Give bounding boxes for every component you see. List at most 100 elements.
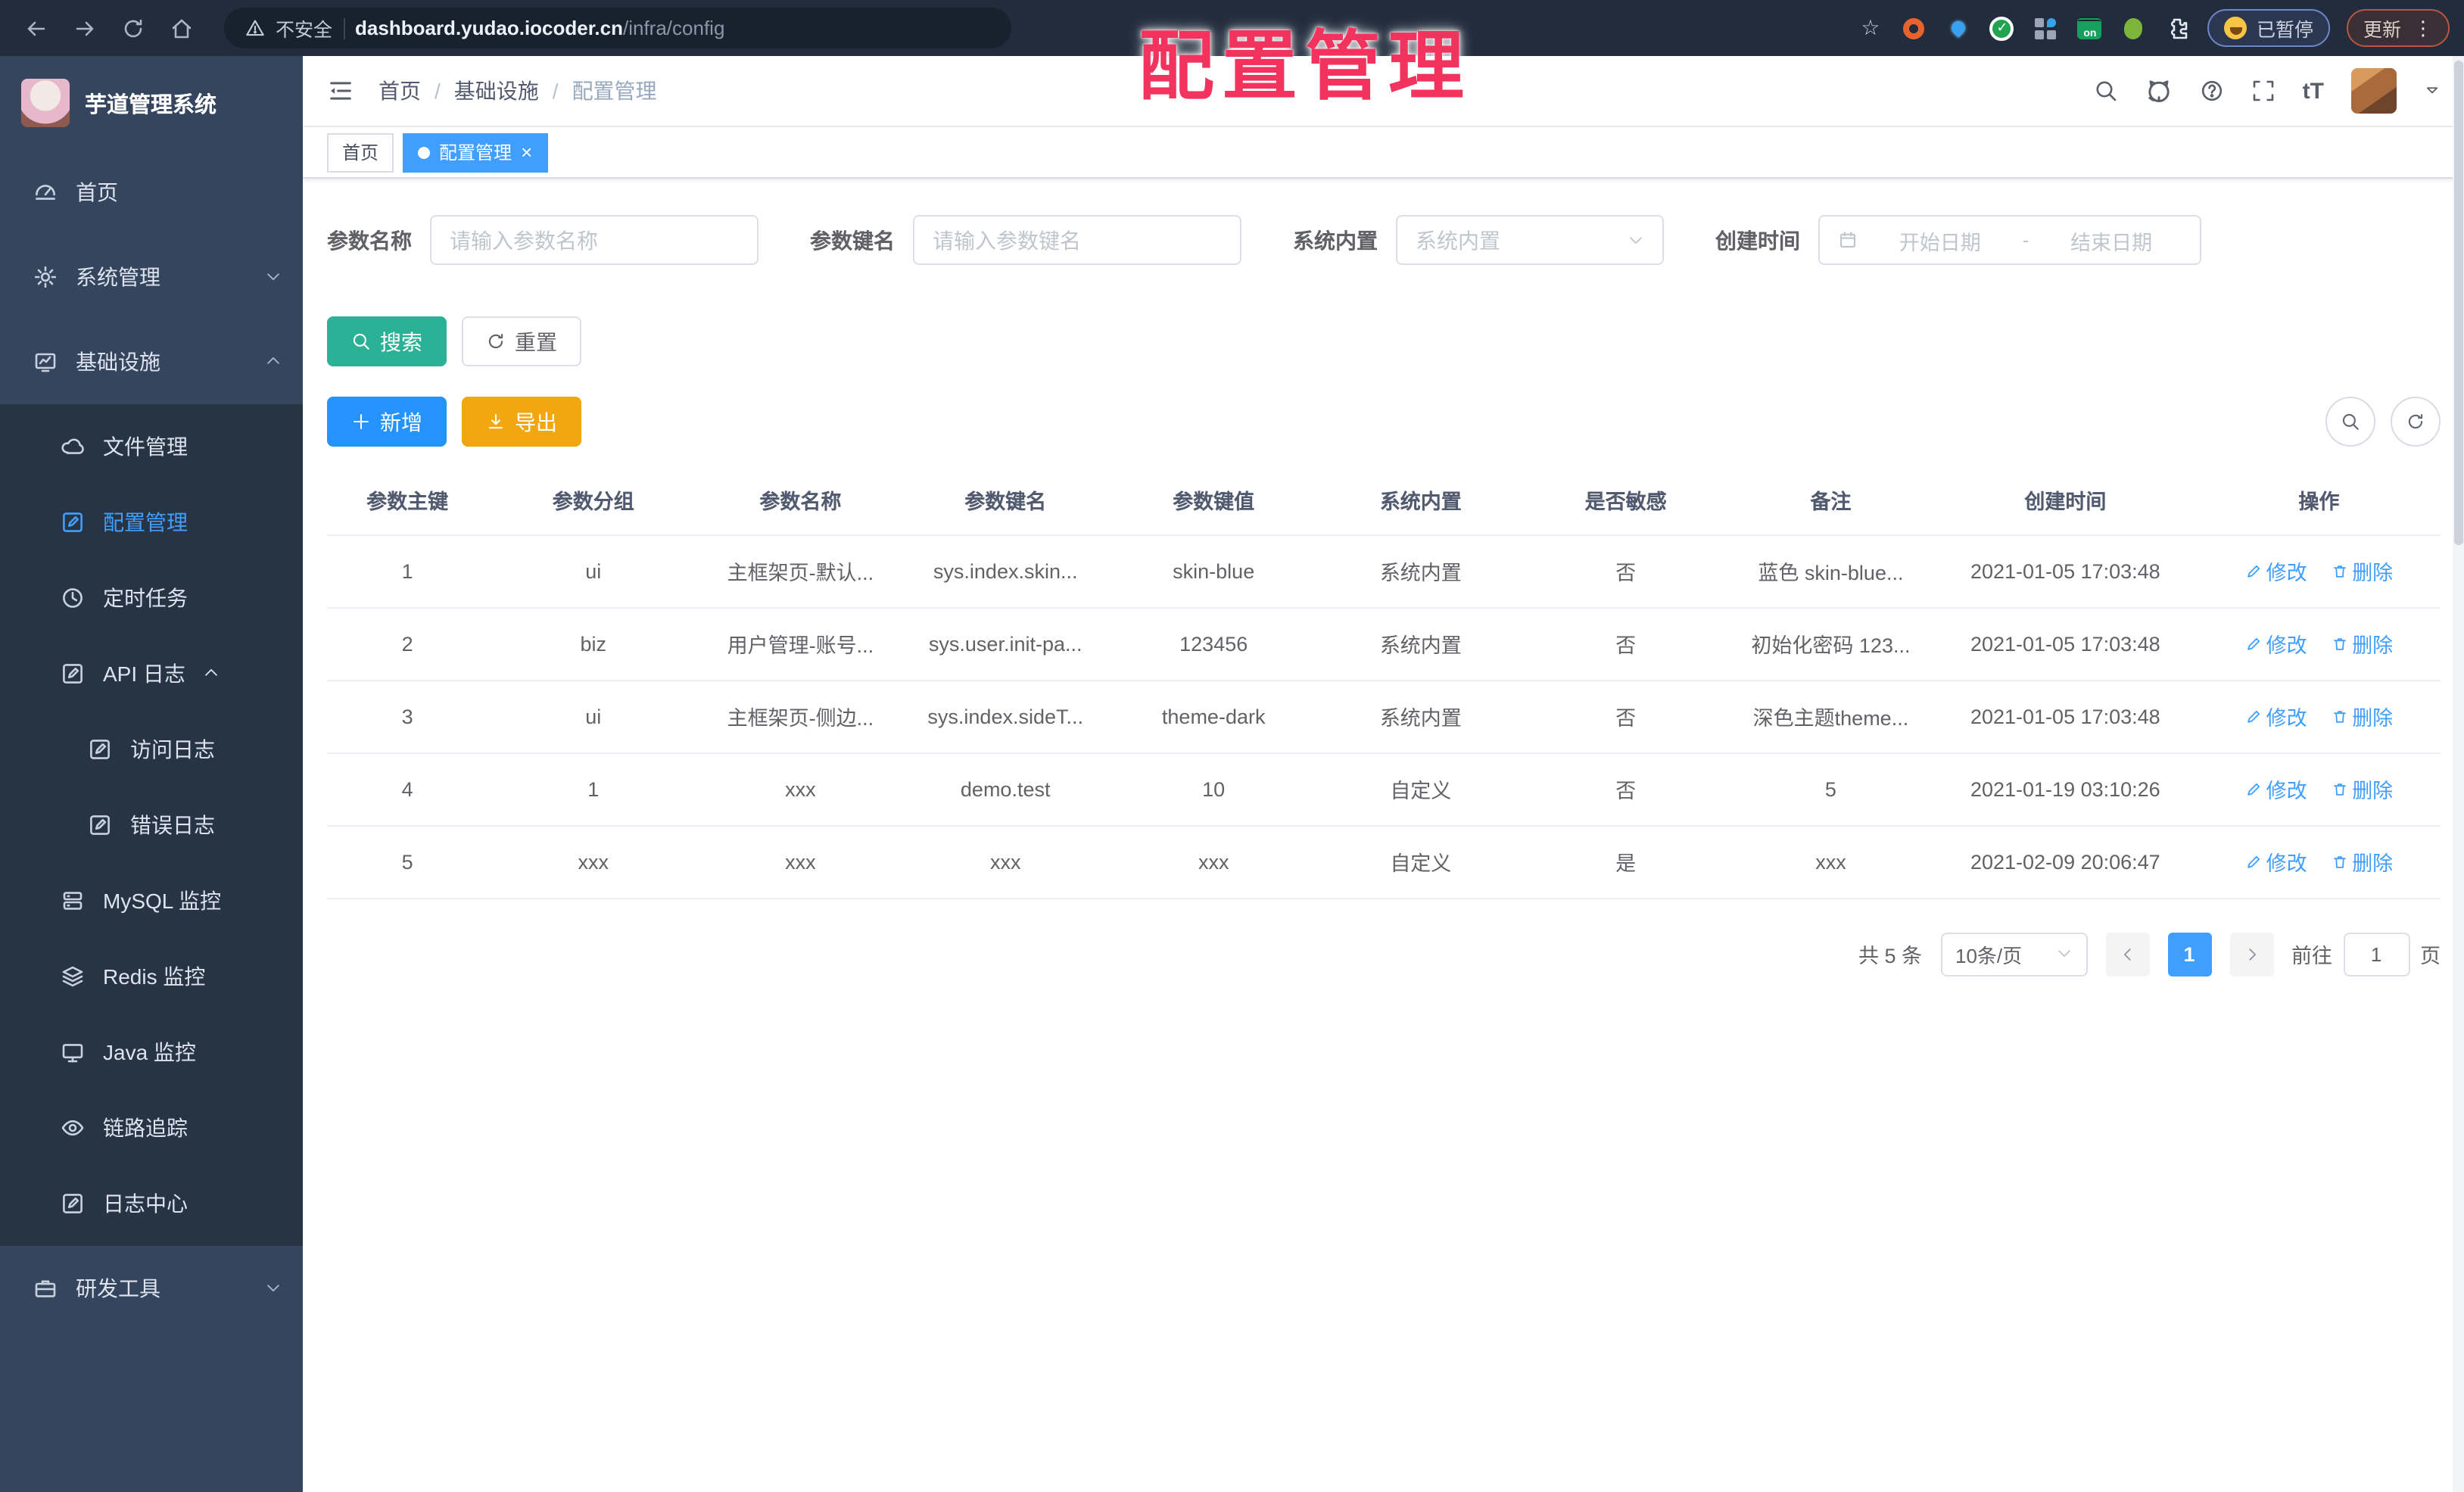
- font-size-button[interactable]: tT: [2303, 78, 2324, 104]
- search-button[interactable]: 搜索: [327, 316, 447, 366]
- browser-home-button[interactable]: [160, 7, 203, 49]
- address-bar[interactable]: 不安全 dashboard.yudao.iocoder.cn/infra/con…: [224, 8, 1011, 48]
- breadcrumb-infrastructure[interactable]: 基础设施: [454, 76, 539, 106]
- cloud-icon: [61, 435, 85, 459]
- breadcrumb-home[interactable]: 首页: [378, 76, 421, 106]
- pencil-icon: [2247, 709, 2260, 722]
- bookmark-star-icon[interactable]: ☆: [1857, 14, 1884, 42]
- sidebar-item-scheduled-jobs[interactable]: 定时任务: [0, 560, 303, 636]
- cell: 自定义: [1318, 752, 1524, 826]
- sidebar-item-access-log[interactable]: 访问日志: [0, 712, 303, 787]
- delete-row-button[interactable]: 删除: [2331, 846, 2393, 877]
- filter-label: 创建时间: [1715, 228, 1800, 252]
- sidebar-item-tracing[interactable]: 链路追踪: [0, 1090, 303, 1166]
- edit-row-button[interactable]: 修改: [2245, 628, 2307, 659]
- cell: 3: [327, 680, 488, 753]
- avatar-caret-icon[interactable]: [2424, 79, 2441, 103]
- table-row: 2 biz 用户管理-账号... sys.user.init-pa... 123…: [327, 607, 2441, 681]
- sidebar-item-dev-tools[interactable]: 研发工具: [0, 1246, 303, 1331]
- question-circle-icon: [2201, 80, 2222, 101]
- col-header: 创建时间: [1933, 465, 2198, 535]
- tab-label: 首页: [342, 142, 379, 164]
- delete-row-button[interactable]: 删除: [2331, 556, 2393, 586]
- browser-menu-kebab-icon[interactable]: ⋮: [2413, 16, 2433, 40]
- tab-close-icon[interactable]: ×: [521, 142, 532, 162]
- main-area: 首页 / 基础设施 / 配置管理 tT 首页 配置管理 × 参数名称 请输入参数…: [303, 56, 2464, 1492]
- on-badge-shape: on: [2077, 17, 2102, 39]
- reset-button[interactable]: 重置: [462, 316, 581, 366]
- sidebar-item-java-monitor[interactable]: Java 监控: [0, 1014, 303, 1090]
- edit-row-button[interactable]: 修改: [2245, 774, 2307, 804]
- page-size-select[interactable]: 10条/页: [1940, 932, 2087, 976]
- sidebar-item-home[interactable]: 首页: [0, 150, 303, 235]
- edit-row-button[interactable]: 修改: [2245, 846, 2307, 877]
- add-button[interactable]: 新增: [327, 397, 447, 447]
- builtin-select[interactable]: 系统内置: [1396, 215, 1664, 265]
- tab-home[interactable]: 首页: [327, 132, 394, 172]
- config-table: 参数主键 参数分组 参数名称 参数键名 参数键值 系统内置 是否敏感 备注 创建…: [327, 465, 2441, 899]
- date-range-picker[interactable]: 开始日期 - 结束日期: [1818, 215, 2201, 265]
- app-logo[interactable]: 芋道管理系统: [0, 56, 303, 150]
- edit-label: 修改: [2266, 562, 2307, 584]
- page-number-button[interactable]: 1: [2167, 932, 2211, 976]
- edit-label: 修改: [2266, 780, 2307, 802]
- sidebar-item-api-log[interactable]: API 日志: [0, 636, 303, 712]
- extension-orange-ring-icon[interactable]: [1901, 14, 1928, 42]
- leaf-shape: [2124, 17, 2143, 39]
- sidebar-item-log-center[interactable]: 日志中心: [0, 1166, 303, 1241]
- extension-leaf-icon[interactable]: [2120, 14, 2148, 42]
- toggle-search-button[interactable]: [2325, 397, 2375, 447]
- sidebar-item-infrastructure[interactable]: 基础设施: [0, 319, 303, 404]
- infrastructure-submenu: 文件管理 配置管理 定时任务 API 日志 访问日志 错误日志 MySQL 监控…: [0, 404, 303, 1246]
- col-header: 参数键值: [1109, 465, 1319, 535]
- prev-page-button[interactable]: [2105, 932, 2149, 976]
- help-button[interactable]: [2200, 79, 2224, 103]
- edit-row-button[interactable]: 修改: [2245, 556, 2307, 586]
- caret-down-shape: [2426, 87, 2438, 94]
- edit-row-button[interactable]: 修改: [2245, 701, 2307, 731]
- extension-pin-icon[interactable]: [1945, 14, 1972, 42]
- extensions-puzzle-icon[interactable]: [2164, 14, 2191, 42]
- window-scrollbar[interactable]: [2453, 56, 2464, 1492]
- browser-update-button[interactable]: 更新 ⋮: [2346, 9, 2450, 47]
- sidebar-item-mysql-monitor[interactable]: MySQL 监控: [0, 863, 303, 939]
- extension-check-circle-icon[interactable]: ✓: [1989, 14, 2016, 42]
- cell: 系统内置: [1318, 534, 1524, 608]
- sidebar-item-error-log[interactable]: 错误日志: [0, 787, 303, 863]
- sidebar-item-label: 系统管理: [76, 265, 160, 289]
- profile-paused-badge[interactable]: 已暂停: [2207, 9, 2330, 47]
- user-avatar[interactable]: [2351, 68, 2397, 114]
- browser-reload-button[interactable]: [112, 7, 154, 49]
- goto-page-input[interactable]: [2343, 932, 2409, 976]
- sidebar-item-file-management[interactable]: 文件管理: [0, 409, 303, 484]
- sidebar-item-label: API 日志: [103, 662, 185, 686]
- fullscreen-button[interactable]: [2251, 79, 2276, 103]
- param-name-input[interactable]: [450, 228, 739, 252]
- delete-row-button[interactable]: 删除: [2331, 701, 2393, 731]
- browser-back-button[interactable]: [15, 7, 58, 49]
- col-header: 参数名称: [699, 465, 902, 535]
- table-tools: [2325, 397, 2441, 447]
- next-page-button[interactable]: [2229, 932, 2273, 976]
- delete-row-button[interactable]: 删除: [2331, 628, 2393, 659]
- tab-config-management[interactable]: 配置管理 ×: [403, 132, 548, 172]
- param-key-input[interactable]: [933, 228, 1222, 252]
- cell: biz: [488, 607, 699, 681]
- cell-actions: 修改 删除: [2197, 752, 2441, 826]
- github-link-button[interactable]: [2145, 77, 2173, 104]
- extension-on-badge-icon[interactable]: on: [2076, 14, 2104, 42]
- sidebar-item-config-management[interactable]: 配置管理: [0, 484, 303, 560]
- refresh-table-button[interactable]: [2391, 397, 2441, 447]
- sidebar-fold-button[interactable]: [327, 77, 354, 104]
- delete-row-button[interactable]: 删除: [2331, 774, 2393, 804]
- overlay-annotation-title: 配置管理: [1139, 24, 1472, 109]
- sidebar-item-system-management[interactable]: 系统管理: [0, 235, 303, 319]
- export-button[interactable]: 导出: [462, 397, 581, 447]
- sidebar-item-redis-monitor[interactable]: Redis 监控: [0, 939, 303, 1014]
- extension-grid-icon[interactable]: [2033, 14, 2060, 42]
- cell: 2021-01-05 17:03:48: [1933, 680, 2198, 753]
- col-header: 参数分组: [488, 465, 699, 535]
- scrollbar-thumb[interactable]: [2454, 61, 2463, 545]
- header-search-button[interactable]: [2094, 79, 2118, 103]
- browser-forward-button[interactable]: [64, 7, 106, 49]
